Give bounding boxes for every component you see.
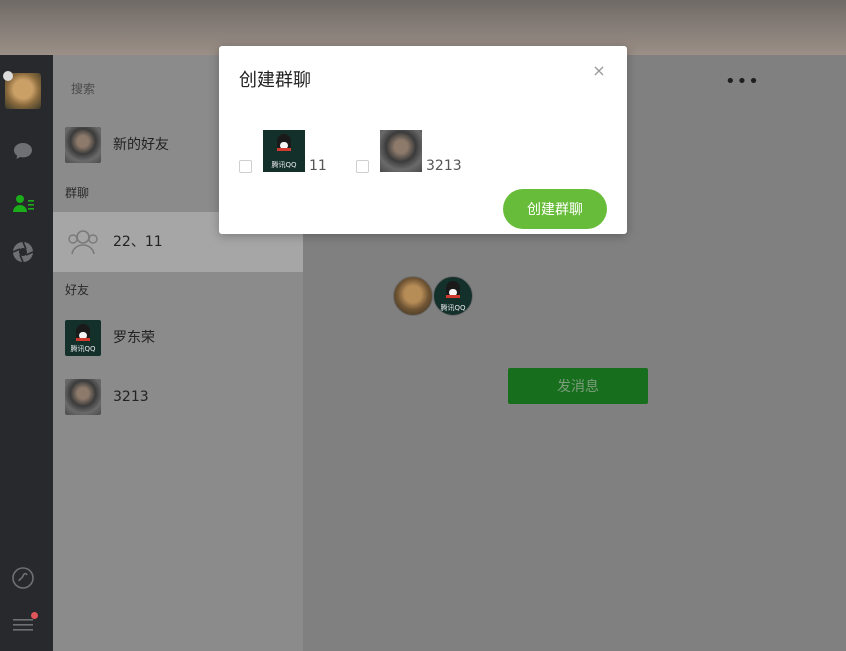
portrait-avatar: [380, 130, 422, 172]
friend-name: 3213: [113, 389, 149, 405]
create-group-dialog: 创建群聊 × 腾讯QQ 11 3213 创建群聊: [219, 46, 627, 234]
section-title-groups: 群聊: [65, 186, 90, 200]
create-group-button[interactable]: 创建群聊: [503, 189, 607, 229]
new-friends-avatar: [65, 127, 101, 163]
section-title-friends: 好友: [65, 283, 90, 297]
member-avatar-qq: 腾讯QQ: [433, 276, 473, 316]
left-nav-rail: [0, 55, 53, 651]
candidate-checkbox[interactable]: [239, 160, 252, 173]
send-message-button[interactable]: 发消息: [508, 368, 648, 404]
candidate-label: 11: [309, 158, 327, 174]
qq-penguin-avatar: 腾讯QQ: [65, 320, 101, 356]
moments-aperture-icon[interactable]: [11, 240, 35, 264]
list-item-friend[interactable]: 腾讯QQ 罗东荣: [53, 308, 303, 368]
chat-bubble-icon[interactable]: [11, 139, 35, 163]
user-avatar[interactable]: [3, 71, 41, 109]
online-status-dot: [3, 71, 13, 81]
list-item-friend[interactable]: 3213: [53, 367, 303, 427]
group-member-avatars: 腾讯QQ: [393, 276, 483, 316]
mini-program-icon[interactable]: [11, 566, 35, 590]
new-friends-label: 新的好友: [113, 137, 169, 153]
close-icon[interactable]: ×: [591, 63, 607, 79]
friend-name: 罗东荣: [113, 330, 155, 346]
candidate-item[interactable]: 3213: [356, 130, 476, 174]
menu-notification-badge: [31, 612, 38, 619]
dialog-title: 创建群聊: [239, 70, 311, 91]
candidate-checkbox[interactable]: [356, 160, 369, 173]
group-people-icon: [65, 224, 101, 260]
qq-penguin-avatar: 腾讯QQ: [263, 130, 305, 172]
more-options-icon[interactable]: •••: [725, 71, 760, 92]
member-avatar-cat: [393, 276, 433, 316]
portrait-avatar: [65, 379, 101, 415]
group-name: 22、11: [113, 234, 163, 250]
candidate-item[interactable]: 腾讯QQ 11: [239, 130, 349, 174]
candidate-label: 3213: [426, 158, 462, 174]
search-input[interactable]: 搜索: [61, 77, 221, 101]
contacts-icon[interactable]: [11, 191, 35, 215]
